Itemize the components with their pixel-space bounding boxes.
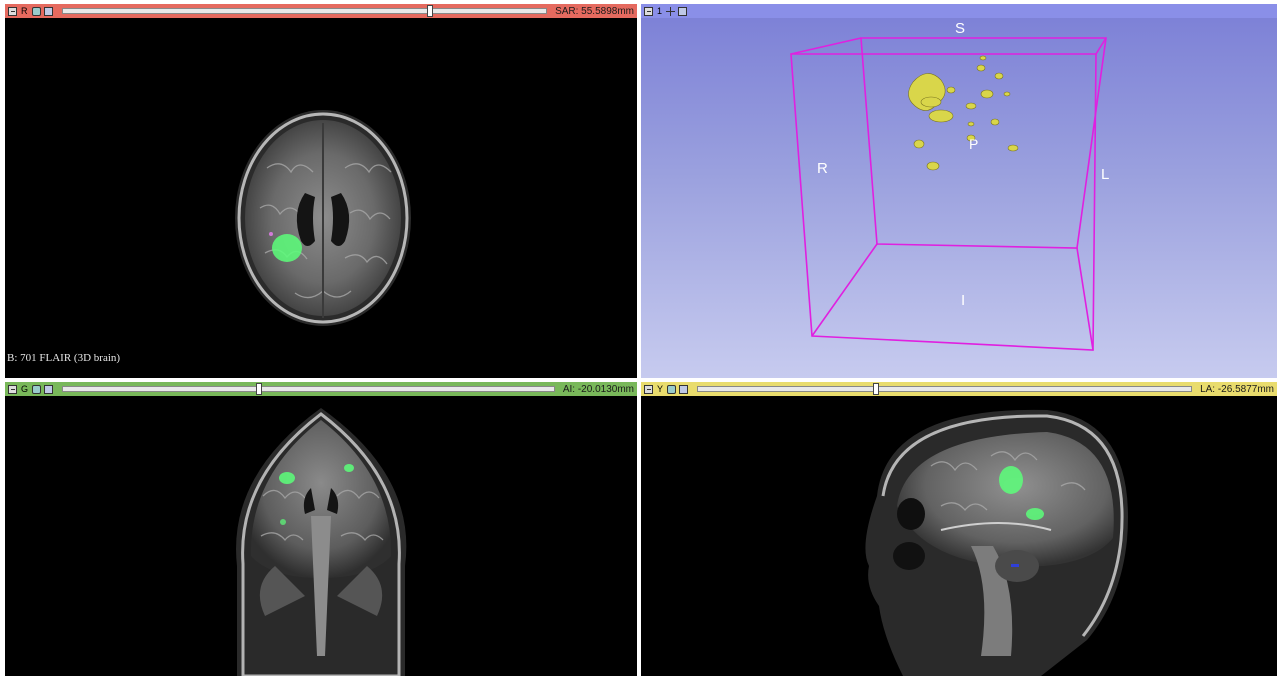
threed-view-controller: 1 <box>641 4 1277 18</box>
volume-caption: B: 701 FLAIR (3D brain) <box>7 352 121 364</box>
orientation-right: R <box>817 160 828 177</box>
orientation-superior: S <box>955 20 966 37</box>
slider-thumb[interactable] <box>427 5 433 17</box>
lesion-models <box>908 55 1019 171</box>
slice-offset-readout: AI: -20.0130mm <box>562 383 634 395</box>
slider-thumb[interactable] <box>256 383 263 395</box>
sagittal-image[interactable] <box>641 396 1277 676</box>
threed-scene <box>790 37 1107 351</box>
orientation-inferior: I <box>961 292 966 309</box>
threed-view[interactable]: 1 S P R L I <box>641 4 1277 378</box>
slice-offset-slider[interactable] <box>61 5 548 17</box>
coronal-brain-image <box>236 408 407 676</box>
bounding-box <box>790 37 1107 351</box>
pin-icon[interactable] <box>644 384 653 394</box>
view-letter: Y <box>657 384 664 394</box>
pin-icon[interactable] <box>644 6 653 16</box>
center-view-icon[interactable] <box>666 6 676 16</box>
view-options-icon[interactable] <box>44 384 54 394</box>
pin-icon[interactable] <box>8 384 17 394</box>
axial-brain-image <box>235 110 411 326</box>
axial-image[interactable]: B: 701 FLAIR (3D brain) <box>5 18 637 378</box>
slice-offset-readout: LA: -26.5877mm <box>1200 383 1274 395</box>
green-slice-view[interactable]: G AI: -20.0130mm <box>5 382 637 676</box>
green-slice-controller: G AI: -20.0130mm <box>5 382 637 396</box>
view-options-icon[interactable] <box>679 384 689 394</box>
threed-render[interactable]: S P R L I <box>641 18 1277 378</box>
yellow-slice-controller: Y LA: -26.5877mm <box>641 382 1277 396</box>
view-options-icon[interactable] <box>678 6 688 16</box>
link-icon[interactable] <box>32 384 42 394</box>
slice-offset-slider[interactable] <box>62 383 555 395</box>
view-options-icon[interactable] <box>43 6 53 16</box>
yellow-slice-view[interactable]: Y LA: -26.5877mm <box>641 382 1277 676</box>
slice-offset-slider[interactable] <box>697 383 1193 395</box>
slice-offset-readout: SAR: 55.5898mm <box>555 5 634 17</box>
sagittal-head-image <box>865 409 1128 676</box>
orientation-left: L <box>1101 166 1110 183</box>
pin-icon[interactable] <box>8 6 17 16</box>
coronal-image[interactable] <box>5 396 637 676</box>
red-slice-controller: R SAR: 55.5898mm <box>5 4 637 18</box>
slicer-layout: R SAR: 55.5898mm B: 701 FLAIR (3D brain)… <box>5 4 1277 676</box>
slider-thumb[interactable] <box>872 383 879 395</box>
red-slice-view[interactable]: R SAR: 55.5898mm B: 701 FLAIR (3D brain) <box>5 4 637 378</box>
link-icon[interactable] <box>667 384 677 394</box>
view-letter: G <box>21 384 29 394</box>
view-letter: R <box>21 6 28 16</box>
orientation-posterior: P <box>969 136 979 152</box>
link-icon[interactable] <box>31 6 41 16</box>
view-letter: 1 <box>657 6 663 16</box>
